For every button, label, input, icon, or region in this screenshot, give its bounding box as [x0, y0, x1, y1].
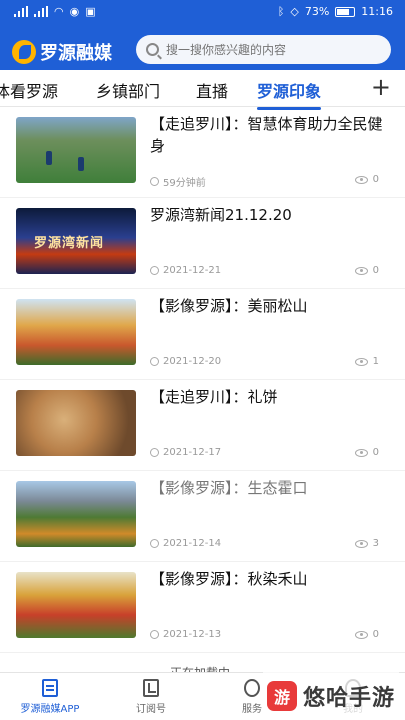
clock-time: 11:16: [361, 5, 393, 18]
news-item[interactable]: 【影像罗源】：美丽松山 2021-12-20 1: [0, 289, 405, 380]
nav-subscriptions-label: 订阅号: [136, 704, 166, 715]
news-feed[interactable]: 【走追罗川】：智慧体育助力全民健身 59分钟前 0 罗源湾新闻 罗源湾新闻21.…: [0, 107, 405, 672]
header-bar: ◠ ◉ ▣ ᛒ ◇ 73% 11:16 罗源融媒: [0, 0, 405, 70]
site-watermark: 游 悠哈手游: [262, 672, 399, 720]
status-bar: ◠ ◉ ▣ ᛒ ◇ 73% 11:16: [0, 0, 405, 26]
add-channel-icon[interactable]: +: [371, 73, 391, 101]
news-time: 2021-12-14: [150, 538, 221, 549]
view-count: 0: [354, 447, 379, 458]
news-time: 59分钟前: [150, 174, 206, 189]
view-count: 0: [354, 629, 379, 640]
eye-icon: [354, 357, 368, 366]
news-item[interactable]: 【影像罗源】：生态霍口 2021-12-14 3: [0, 471, 405, 562]
wifi-icon: ◠: [54, 5, 64, 18]
channel-tabs: 体看罗源 乡镇部门 直播 罗源印象 +: [0, 70, 405, 110]
watermark-text: 悠哈手游: [302, 685, 395, 711]
clock-icon: [150, 357, 159, 366]
app-logo: 罗源融媒: [12, 39, 112, 65]
eye-icon: [354, 539, 368, 548]
service-icon: [244, 679, 260, 697]
nav-home-label: 罗源融媒APP: [20, 704, 80, 715]
search-input[interactable]: [166, 42, 376, 57]
signal-icon-2: [34, 6, 48, 17]
news-item[interactable]: 【走追罗川】：礼饼 2021-12-17 0: [0, 380, 405, 471]
eye-status-icon: ◉: [69, 5, 80, 18]
clock-icon: [150, 630, 159, 639]
tab-live[interactable]: 直播: [196, 78, 228, 102]
logo-text: 罗源融媒: [40, 43, 112, 64]
news-item[interactable]: 【影像罗源】：秋染禾山 2021-12-13 0: [0, 562, 405, 653]
news-title: 【影像罗源】：美丽松山: [150, 297, 308, 315]
news-time: 2021-12-21: [150, 265, 221, 276]
news-time: 2021-12-17: [150, 447, 221, 458]
eye-icon: [354, 266, 368, 275]
news-thumbnail: [16, 299, 136, 365]
news-item[interactable]: 罗源湾新闻 罗源湾新闻21.12.20 2021-12-21 0: [0, 198, 405, 289]
bell-mute-icon: ◇: [290, 5, 299, 18]
watermark-logo-icon: 游: [266, 681, 297, 711]
clock-icon: [150, 266, 159, 275]
battery-percent: 73%: [304, 5, 330, 18]
news-title: 【走追罗川】：礼饼: [150, 388, 278, 406]
tab-town-departments[interactable]: 乡镇部门: [96, 78, 160, 102]
eye-icon: [354, 630, 368, 639]
nav-subscriptions[interactable]: 订阅号: [101, 679, 201, 715]
battery-icon: [335, 6, 356, 17]
nfc-icon: ▣: [85, 5, 96, 18]
document-icon: [42, 679, 58, 697]
news-time: 2021-12-20: [150, 356, 221, 367]
news-time: 2021-12-13: [150, 629, 221, 640]
view-count: 0: [354, 265, 379, 276]
bookmark-icon: [143, 679, 159, 697]
eye-icon: [354, 175, 368, 184]
news-title: 【影像罗源】：秋染禾山: [150, 570, 308, 588]
nav-home[interactable]: 罗源融媒APP: [0, 679, 100, 715]
thumbnail-caption: 罗源湾新闻: [34, 236, 105, 251]
news-title: 【走追罗川】：智慧体育助力全民健身: [150, 115, 383, 155]
news-thumbnail: [16, 481, 136, 547]
app-bar: 罗源融媒: [0, 30, 405, 70]
eye-icon: [354, 448, 368, 457]
clock-icon: [150, 539, 159, 548]
tab-luoyuan-sports[interactable]: 体看罗源: [0, 78, 58, 102]
nav-services-label: 服务: [242, 704, 262, 715]
clock-icon: [150, 448, 159, 457]
search-box[interactable]: [136, 35, 391, 64]
news-thumbnail: [16, 572, 136, 638]
news-thumbnail: 罗源湾新闻: [16, 208, 136, 274]
search-icon: [146, 43, 159, 56]
clock-icon: [150, 177, 159, 186]
tab-luoyuan-impression[interactable]: 罗源印象: [257, 78, 322, 110]
news-title: 【影像罗源】：生态霍口: [150, 479, 308, 497]
bluetooth-icon: ᛒ: [277, 5, 285, 18]
news-thumbnail: [16, 117, 136, 183]
news-title: 罗源湾新闻21.12.20: [150, 206, 292, 224]
view-count: 3: [354, 538, 379, 549]
view-count: 1: [354, 356, 379, 367]
news-thumbnail: [16, 390, 136, 456]
logo-icon: [12, 40, 36, 64]
news-item[interactable]: 【走追罗川】：智慧体育助力全民健身 59分钟前 0: [0, 107, 405, 198]
signal-icon: [14, 6, 28, 17]
view-count: 0: [354, 174, 379, 185]
